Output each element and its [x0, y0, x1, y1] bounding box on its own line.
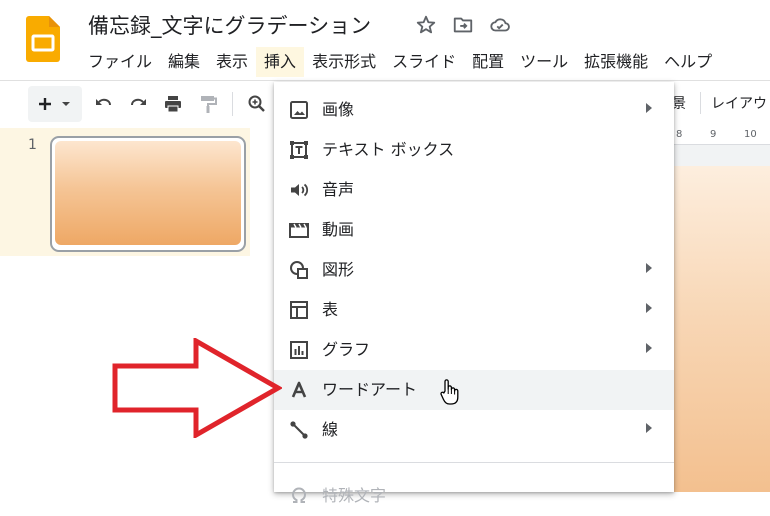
insert-chart-item[interactable]: グラフ [274, 330, 674, 370]
insert-special-characters-item[interactable]: 特殊文字 [274, 476, 674, 516]
insert-table-item[interactable]: 表 [274, 290, 674, 330]
table-icon [290, 301, 308, 319]
menu-slide[interactable]: スライド [384, 47, 464, 77]
menu-help[interactable]: ヘルプ [656, 47, 720, 77]
ruler-tick-label: 9 [710, 129, 717, 140]
menu-item-label: 画像 [322, 100, 355, 119]
menu-separator [274, 462, 674, 463]
menu-item-label: 音声 [322, 180, 355, 199]
header-divider [0, 80, 770, 81]
insert-line-item[interactable]: 線 [274, 410, 674, 450]
slide-number: 1 [28, 137, 37, 153]
shape-icon [290, 261, 308, 279]
submenu-arrow-icon [646, 263, 652, 273]
word-art-icon [291, 381, 307, 398]
ruler-tick-label: 10 [744, 129, 757, 140]
menu-edit[interactable]: 編集 [160, 47, 208, 77]
zoom-button[interactable] [244, 86, 270, 122]
menu-item-label: 図形 [322, 260, 355, 279]
menu-item-label: 動画 [322, 220, 355, 239]
menu-item-label: テキスト ボックス [322, 140, 455, 159]
document-title[interactable]: 備忘録_文字にグラデーション [88, 10, 371, 40]
slides-logo-icon[interactable] [26, 16, 60, 62]
insert-video-item[interactable]: 動画 [274, 210, 674, 250]
insert-text-box-item[interactable]: テキスト ボックス [274, 130, 674, 170]
new-slide-button[interactable] [28, 86, 82, 122]
menu-file[interactable]: ファイル [80, 47, 160, 77]
redo-icon [131, 98, 146, 106]
insert-audio-item[interactable]: 音声 [274, 170, 674, 210]
add-icon [39, 98, 51, 110]
paint-format-icon [201, 96, 217, 113]
menu-tools[interactable]: ツール [512, 47, 576, 77]
audio-icon [291, 183, 309, 197]
undo-icon [96, 98, 111, 106]
menu-item-label: ワードアート [322, 380, 418, 399]
zoom-icon [248, 95, 265, 112]
menu-arrange[interactable]: 配置 [464, 47, 512, 77]
menu-format[interactable]: 表示形式 [304, 47, 384, 77]
move-to-folder-icon[interactable] [452, 14, 474, 36]
slide-canvas[interactable] [672, 166, 770, 492]
submenu-arrow-icon [646, 423, 652, 433]
menu-extensions[interactable]: 拡張機能 [576, 47, 656, 77]
insert-word-art-item[interactable]: ワードアート [274, 370, 674, 410]
toolbar-divider-right [700, 92, 701, 114]
red-pointer-arrow-icon [112, 338, 282, 438]
background-button-label[interactable]: 景 [672, 93, 686, 113]
submenu-arrow-icon [646, 303, 652, 313]
text-box-icon [290, 141, 308, 159]
ruler-tick-label: 8 [676, 129, 683, 140]
submenu-arrow-icon [646, 103, 652, 113]
menu-bar: ファイル 編集 表示 挿入 表示形式 スライド 配置 ツール 拡張機能 ヘルプ [80, 46, 720, 78]
horizontal-ruler: 8 9 10 [660, 128, 770, 145]
insert-menu-dropdown: 画像 テキスト ボックス 音声 動画 図形 表 グラフ ワードアート 線 特殊文… [274, 82, 674, 505]
image-icon [290, 101, 308, 119]
slide-thumbnail[interactable] [55, 141, 241, 245]
line-icon [290, 421, 308, 439]
video-icon [289, 223, 309, 238]
dropdown-caret-icon [62, 102, 70, 106]
chart-icon [290, 341, 308, 359]
menu-item-label: 線 [322, 420, 339, 439]
menu-item-label: 特殊文字 [322, 486, 387, 505]
menu-item-label: 表 [322, 300, 339, 319]
insert-image-item[interactable]: 画像 [274, 90, 674, 130]
star-icon[interactable] [415, 14, 437, 36]
redo-button[interactable] [126, 86, 152, 122]
print-button[interactable] [160, 86, 186, 122]
insert-shape-item[interactable]: 図形 [274, 250, 674, 290]
layout-button-label[interactable]: レイアウ [711, 93, 767, 113]
cloud-status-icon[interactable] [489, 14, 511, 36]
menu-view[interactable]: 表示 [208, 47, 256, 77]
undo-button[interactable] [90, 86, 116, 122]
print-icon [165, 96, 181, 113]
menu-item-label: グラフ [322, 340, 371, 359]
paint-format-button[interactable] [195, 86, 221, 122]
hand-cursor-icon [440, 379, 459, 405]
toolbar-divider [232, 92, 233, 116]
submenu-arrow-icon [646, 343, 652, 353]
menu-insert[interactable]: 挿入 [256, 47, 305, 77]
omega-icon [292, 487, 306, 503]
